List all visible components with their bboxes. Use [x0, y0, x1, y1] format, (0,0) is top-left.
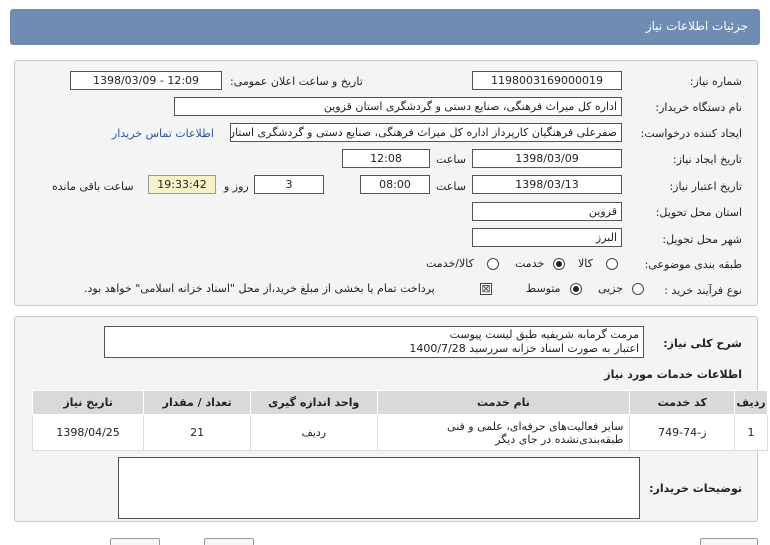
- create-date-field[interactable]: 1398/03/09: [472, 149, 622, 168]
- cell-name: سایر فعالیت‌های حرفه‌ای، علمی و فنی طبقه…: [376, 414, 631, 451]
- col-qty: تعداد / مقدار: [143, 390, 252, 415]
- col-row: ردیف: [734, 390, 768, 415]
- buyer-notes-label: توضیحات خریدار:: [649, 482, 742, 495]
- cell-unit: ردیف: [250, 414, 378, 451]
- description-line-1: مرمت گرمابه شریفیه طبق لیست پیوست: [449, 328, 639, 341]
- remaining-time-field: 19:33:42: [148, 175, 216, 194]
- services-table: ردیف کد خدمت نام خدمت واحد اندازه گیری ت…: [31, 390, 768, 451]
- category-both-radio[interactable]: [487, 258, 499, 270]
- action-button-left[interactable]: [110, 538, 160, 545]
- category-goods-label: کالا: [578, 257, 593, 270]
- buyer-org-field[interactable]: اداره کل میراث فرهنگی، صنایع دستی و گردش…: [174, 97, 622, 116]
- description-field[interactable]: مرمت گرمابه شریفیه طبق لیست پیوست اعتبار…: [104, 326, 644, 358]
- treasury-payment-note: پرداخت تمام یا بخشی از مبلغ خرید،از محل …: [84, 282, 435, 295]
- validity-label: تاریخ اعتبار نیاز:: [669, 180, 742, 193]
- validity-time-field[interactable]: 08:00: [360, 175, 430, 194]
- page-header: جزئیات اطلاعات نیاز: [10, 9, 760, 45]
- need-number-field[interactable]: 1198003169000019: [472, 71, 622, 90]
- need-number-label: شماره نیاز:: [689, 75, 742, 88]
- announce-field[interactable]: 1398/03/09 - 12:09: [70, 71, 222, 90]
- table-row[interactable]: 1 ز-74-749 سایر فعالیت‌های حرفه‌ای، علمی…: [31, 414, 768, 451]
- col-unit: واحد اندازه گیری: [250, 390, 378, 415]
- announce-label: تاریخ و ساعت اعلان عمومی:: [230, 75, 363, 88]
- services-header-row: ردیف کد خدمت نام خدمت واحد اندازه گیری ت…: [31, 390, 768, 415]
- category-service-radio[interactable]: [553, 258, 565, 270]
- description-label: شرح کلی نیاز:: [663, 337, 742, 350]
- cell-qty: 21: [143, 414, 252, 451]
- col-date: تاریخ نیاز: [31, 390, 145, 415]
- services-section-title: اطلاعات خدمات مورد نیاز: [604, 368, 742, 381]
- cell-row: 1: [734, 414, 768, 451]
- create-time-field[interactable]: 12:08: [342, 149, 430, 168]
- process-medium-label: متوسط: [526, 282, 561, 295]
- create-time-label: ساعت: [436, 153, 466, 166]
- description-line-2: اعتبار به صورت اسناد خزانه سررسید 1400/7…: [409, 342, 639, 355]
- creator-label: ایجاد کننده درخواست:: [640, 127, 742, 140]
- creator-field[interactable]: صفرعلی فرهنگیان کارپرداز اداره کل میراث …: [230, 123, 622, 142]
- page-title: جزئیات اطلاعات نیاز: [645, 19, 748, 33]
- validity-days-field[interactable]: 3: [254, 175, 324, 194]
- col-code: کد خدمت: [629, 390, 736, 415]
- cell-date: 1398/04/25: [31, 414, 145, 451]
- category-both-label: کالا/خدمت: [426, 257, 474, 270]
- category-label: طبقه بندی موضوعی:: [644, 258, 742, 271]
- province-field[interactable]: قزوین: [472, 202, 622, 221]
- process-medium-radio[interactable]: [570, 283, 582, 295]
- action-button-middle[interactable]: [204, 538, 254, 545]
- validity-time-label: ساعت: [436, 180, 466, 193]
- col-name: نام خدمت: [376, 390, 631, 415]
- city-label: شهر محل تحویل:: [662, 233, 742, 246]
- days-label: روز و: [224, 180, 249, 193]
- province-label: استان محل تحویل:: [655, 206, 742, 219]
- action-button-right[interactable]: [700, 538, 758, 545]
- category-goods-radio[interactable]: [606, 258, 618, 270]
- buyer-contact-link[interactable]: اطلاعات تماس خریدار: [112, 127, 214, 140]
- category-service-label: خدمت: [515, 257, 545, 270]
- process-label: نوع فرآیند خرید :: [664, 284, 742, 297]
- cell-code: ز-74-749: [629, 414, 736, 451]
- remaining-label: ساعت باقی مانده: [52, 180, 134, 193]
- city-field[interactable]: البرز: [472, 228, 622, 247]
- create-date-label: تاریخ ایجاد نیاز:: [672, 153, 742, 166]
- treasury-payment-checkbox[interactable]: ⊠: [480, 283, 492, 295]
- process-minor-label: جزیی: [598, 282, 624, 295]
- buyer-notes-field[interactable]: [118, 457, 640, 519]
- validity-date-field[interactable]: 1398/03/13: [472, 175, 622, 194]
- process-minor-radio[interactable]: [632, 283, 644, 295]
- buyer-org-label: نام دستگاه خریدار:: [655, 101, 742, 114]
